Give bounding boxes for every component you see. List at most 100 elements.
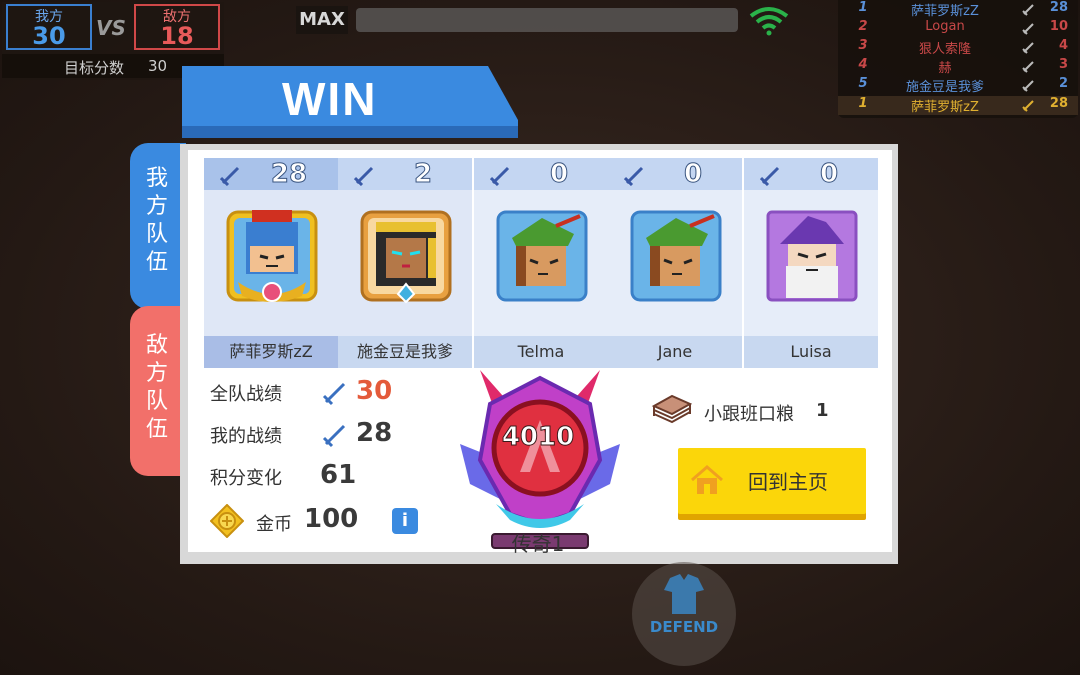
- player-kills: 0: [549, 159, 569, 190]
- team-record-value: 30: [356, 376, 393, 406]
- team-record-row: 全队战绩 30: [210, 376, 450, 408]
- ranking-player-name: 萨菲罗斯zZ: [911, 4, 979, 19]
- rank-badge-icon: [460, 370, 620, 549]
- wizard-avatar-icon: [766, 210, 858, 302]
- points-change-label: 积分变化: [210, 468, 282, 489]
- knight-avatar-icon: [226, 210, 318, 302]
- sword-icon: [760, 166, 780, 186]
- player-kills: 0: [819, 159, 839, 190]
- ranking-position: 1: [858, 0, 868, 15]
- tab-enemy-team[interactable]: 敌方队伍: [130, 306, 186, 476]
- max-progress-bar: [356, 8, 738, 32]
- coins-label: 金币: [256, 514, 292, 535]
- player-card: 0 Jane: [608, 158, 742, 368]
- armor-icon: [664, 574, 704, 614]
- sword-icon: [1022, 42, 1034, 54]
- points-change-value: 61: [320, 460, 357, 490]
- player-avatar-area: [338, 190, 472, 336]
- player-card: 2 施金豆是我爹: [338, 158, 472, 368]
- ranking-position: 1: [858, 96, 868, 111]
- back-to-home-button[interactable]: 回到主页: [678, 448, 866, 514]
- enemy-team-score-box: 敌方 18: [134, 4, 220, 50]
- ranking-kills: 28: [1049, 96, 1068, 111]
- ranking-kills: 2: [1058, 76, 1068, 91]
- result-panel-inner: 28 萨菲罗斯zZ 2 施金豆是我爹 0 Telma 0 Jane 0 Luis…: [188, 150, 892, 556]
- player-card: 0 Luisa: [744, 158, 878, 368]
- player-kill-bar: 28: [204, 158, 338, 190]
- win-title: WIN: [282, 73, 378, 125]
- max-label: MAX: [296, 6, 348, 34]
- ranking-row: 5 施金豆是我爹 2: [838, 76, 1078, 95]
- sword-icon: [490, 166, 510, 186]
- my-team-score-box: 我方 30: [6, 4, 92, 50]
- sword-icon: [624, 166, 644, 186]
- sword-icon: [1022, 80, 1034, 92]
- player-kills: 0: [683, 159, 703, 190]
- points-change-row: 积分变化 61: [210, 460, 450, 492]
- target-score-value: 30: [148, 57, 168, 75]
- ranking-row: 3 狠人索隆 4: [838, 38, 1078, 57]
- ranking-position: 5: [858, 76, 868, 91]
- rank-score: 4010: [501, 422, 575, 453]
- player-kill-bar: 0: [608, 158, 742, 190]
- sword-icon: [322, 382, 346, 406]
- player-avatar-area: [608, 190, 742, 336]
- player-avatar-area: [744, 190, 878, 336]
- pharaoh-avatar-icon: [360, 210, 452, 304]
- home-icon: [691, 465, 723, 494]
- vs-label: VS: [96, 16, 126, 40]
- sword-icon: [1022, 23, 1034, 35]
- ranking-kills: 10: [1049, 19, 1068, 34]
- sword-icon: [1022, 4, 1034, 16]
- coin-icon: [210, 504, 244, 538]
- info-icon[interactable]: i: [392, 508, 418, 534]
- player-kill-bar: 0: [474, 158, 608, 190]
- enemy-team-score: 18: [160, 22, 194, 50]
- my-team-score: 30: [32, 22, 66, 50]
- sword-icon: [354, 166, 374, 186]
- food-ration-icon: [651, 394, 692, 424]
- tab-my-team[interactable]: 我方队伍: [130, 143, 186, 309]
- ranking-kills: 4: [1058, 38, 1068, 53]
- player-name: 萨菲罗斯zZ: [204, 336, 338, 368]
- player-avatar-area: [204, 190, 338, 336]
- archer-avatar-icon: [496, 210, 588, 302]
- reward-count: 1: [816, 400, 829, 421]
- archer-avatar-icon: [630, 210, 722, 302]
- player-kills: 28: [270, 159, 308, 190]
- ranking-player-name: 狠人索隆: [918, 42, 971, 57]
- player-kills: 2: [413, 159, 433, 190]
- sword-icon: [322, 424, 346, 448]
- ranking-player-name: Logan: [925, 19, 965, 34]
- ranking-player-name: 赫: [938, 61, 952, 76]
- coins-value: 100: [304, 504, 359, 534]
- defend-button[interactable]: DEFEND: [632, 562, 736, 666]
- ranking-row: 1 萨菲罗斯zZ 28: [838, 0, 1078, 19]
- ranking-player-name: 施金豆是我爹: [905, 80, 984, 95]
- player-card: 28 萨菲罗斯zZ: [204, 158, 338, 368]
- defend-label: DEFEND: [649, 618, 719, 636]
- ranking-position: 3: [858, 38, 868, 53]
- sword-icon: [1022, 100, 1034, 112]
- kill-ranking-panel: 1 萨菲罗斯zZ 28 2 Logan 10 3 狠人索隆 4 4 赫 3 5 …: [838, 0, 1078, 118]
- ranking-row: 4 赫 3: [838, 57, 1078, 76]
- player-avatar-area: [474, 190, 608, 336]
- tab-enemy-team-label: 敌方队伍: [145, 333, 168, 442]
- team-record-label: 全队战绩: [210, 384, 282, 405]
- battle-stats: 全队战绩 30 我的战绩 28 积分变化 61 金币 100 i: [210, 376, 450, 546]
- ranking-player-name: 萨菲罗斯zZ: [911, 100, 979, 115]
- result-panel: 28 萨菲罗斯zZ 2 施金豆是我爹 0 Telma 0 Jane 0 Luis…: [180, 144, 898, 564]
- ranking-position: 4: [858, 57, 868, 72]
- sword-icon: [1022, 61, 1034, 73]
- player-kill-bar: 0: [744, 158, 878, 190]
- player-name: Luisa: [744, 336, 878, 368]
- ranking-position: 2: [858, 19, 868, 34]
- my-record-value: 28: [356, 418, 393, 448]
- ranking-kills: 3: [1058, 57, 1068, 72]
- ranking-kills: 28: [1049, 0, 1068, 15]
- reward-label: 小跟班口粮: [704, 404, 794, 425]
- ranking-row: 2 Logan 10: [838, 19, 1078, 38]
- tab-my-team-label: 我方队伍: [145, 166, 168, 275]
- target-score-label: 目标分数: [64, 59, 125, 77]
- my-record-label: 我的战绩: [210, 426, 282, 447]
